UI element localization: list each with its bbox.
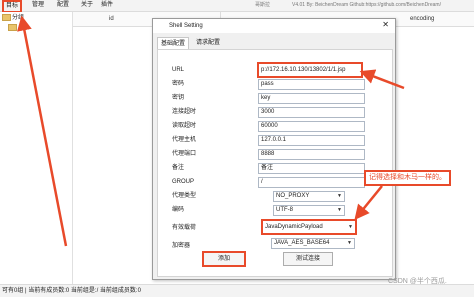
add-button[interactable]: 添加: [202, 251, 246, 267]
label-crypto: 加密器: [172, 243, 191, 249]
dialog-titlebar: Shell Setting ✕: [153, 19, 395, 33]
folder-icon: [8, 24, 17, 31]
menu-about[interactable]: 关于: [79, 1, 95, 10]
tree-child[interactable]: /: [8, 24, 20, 32]
group-field[interactable]: /: [258, 177, 365, 188]
label-encoding: 编码: [172, 207, 185, 213]
test-connection-button[interactable]: 测试连接: [283, 252, 333, 266]
label-group: GROUP: [172, 179, 195, 185]
encoding-value: UTF-8: [276, 207, 293, 213]
label-conn-timeout: 连接超时: [172, 109, 197, 115]
crypto-select[interactable]: JAVA_AES_BASE64 ▼: [271, 238, 355, 249]
app-title: 哥斯拉: [255, 2, 271, 8]
url-field[interactable]: p://172.16.10.130/13802/1/1.jsp: [257, 62, 363, 78]
label-read-timeout: 读取超时: [172, 123, 197, 129]
dialog-tabs: 基础配置 请求配置: [153, 35, 395, 50]
tree-root-label: 分组: [12, 15, 25, 22]
label-proxy-type: 代理类型: [172, 193, 197, 199]
proxy-type-select[interactable]: NO_PROXY ▼: [273, 191, 345, 202]
conn-timeout-field[interactable]: 3000: [258, 107, 365, 118]
dialog-title: Shell Setting: [169, 23, 203, 29]
tree-root[interactable]: 分组: [2, 14, 24, 22]
label-remark: 备注: [172, 165, 185, 171]
proxy-host-field[interactable]: 127.0.0.1: [258, 135, 365, 146]
remark-field[interactable]: 备注: [258, 163, 365, 174]
menu-plugins[interactable]: 插件: [99, 1, 115, 10]
encoding-select[interactable]: UTF-8 ▼: [273, 205, 345, 216]
label-url: URL: [172, 67, 185, 73]
tab-request[interactable]: 请求配置: [193, 37, 223, 49]
read-timeout-field[interactable]: 60000: [258, 121, 365, 132]
payload-value: JavaDynamicPayload: [265, 224, 323, 230]
label-payload: 有效载荷: [172, 225, 197, 231]
key-field[interactable]: key: [258, 93, 365, 104]
label-key: 密钥: [172, 95, 185, 101]
crypto-value: JAVA_AES_BASE64: [274, 240, 330, 246]
shell-setting-dialog: Shell Setting ✕ 基础配置 请求配置 URL 密码 密钥 连接超时…: [152, 18, 396, 280]
chevron-down-icon: ▼: [348, 224, 353, 230]
menu-config[interactable]: 配置: [55, 1, 71, 10]
chevron-down-icon: ▼: [337, 207, 342, 213]
payload-select[interactable]: JavaDynamicPayload ▼: [261, 219, 357, 235]
menu-manage[interactable]: 管理: [30, 1, 46, 10]
label-proxy-port: 代理端口: [172, 151, 197, 157]
folder-icon: [2, 14, 11, 21]
menubar: 目标 管理 配置 关于 插件 哥斯拉 V4.01 By: BeichenDrea…: [0, 0, 474, 13]
tree-child-label: /: [18, 25, 20, 32]
chevron-down-icon: ▼: [347, 240, 352, 246]
close-icon[interactable]: ✕: [382, 20, 389, 30]
label-password: 密码: [172, 81, 185, 87]
proxy-type-value: NO_PROXY: [276, 193, 310, 199]
annotation-note: 记得选择和木马一样的。: [364, 170, 451, 186]
watermark: CSDN @半个西瓜.: [388, 278, 447, 285]
status-text: 可有0组 | 当前有成员数:0 当前组是:/ 当前组成员数:0: [2, 288, 141, 294]
version-text: V4.01 By: BeichenDream Github:https://gi…: [292, 2, 441, 8]
password-field[interactable]: pass: [258, 79, 365, 90]
group-tree: 分组 /: [0, 12, 73, 284]
label-proxy-host: 代理主机: [172, 137, 197, 143]
col-encoding[interactable]: encoding: [410, 15, 434, 23]
col-id[interactable]: id: [109, 15, 114, 23]
proxy-port-field[interactable]: 8888: [258, 149, 365, 160]
chevron-down-icon: ▼: [337, 193, 342, 199]
